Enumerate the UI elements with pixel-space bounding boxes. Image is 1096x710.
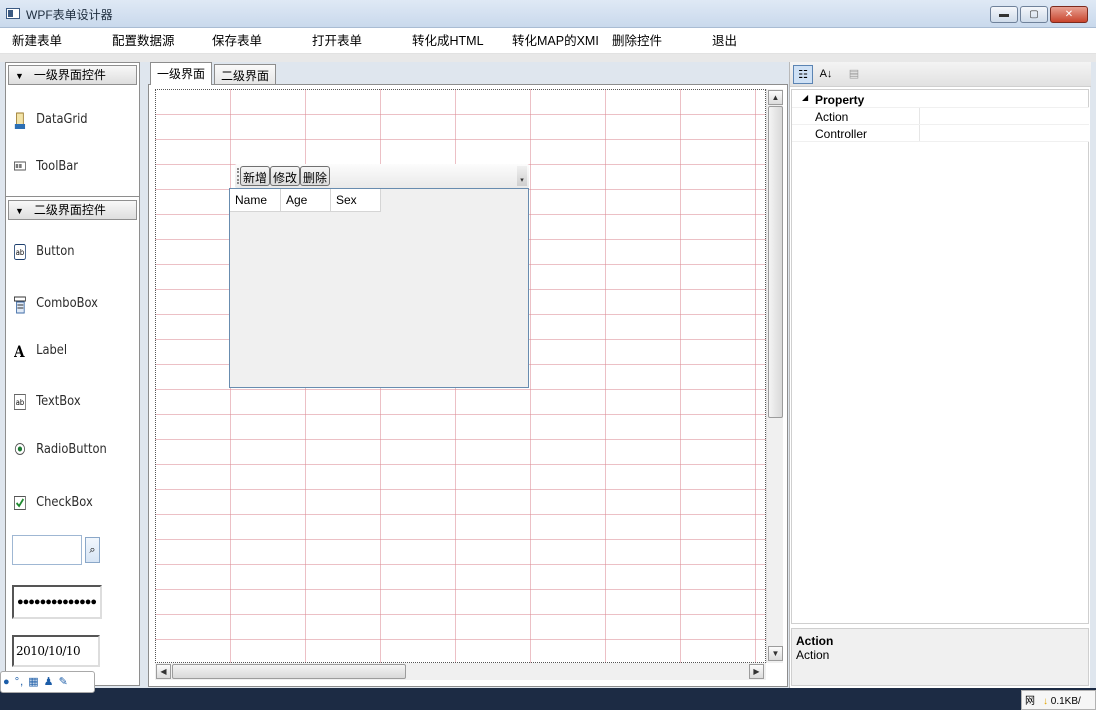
menu-separator (0, 54, 1096, 62)
canvas-toolbar[interactable]: 新增 修改 删除 ▾ (235, 164, 529, 188)
scroll-up-icon[interactable]: ▲ (768, 90, 783, 105)
tool-toolbar[interactable]: ToolBar (14, 158, 78, 174)
button-icon: ab (14, 244, 26, 260)
edit-button[interactable]: 修改 (270, 166, 301, 186)
expand-triangle-icon: ◢ (802, 93, 809, 102)
toolbox-divider (6, 196, 139, 197)
toolbox-group-primary[interactable]: ▼ 一级界面控件 (8, 65, 137, 85)
minimize-button[interactable]: ▬ (990, 6, 1018, 23)
checkbox-icon (14, 495, 26, 510)
tool-label: CheckBox (36, 494, 93, 510)
scroll-right-icon[interactable]: ▶ (749, 664, 764, 679)
group-label: 一级界面控件 (33, 68, 106, 82)
download-arrow-icon: ↓ (1043, 696, 1048, 707)
network-label: 网 (1025, 696, 1035, 707)
overflow-icon[interactable]: ▾ (517, 166, 527, 186)
vertical-scroll-thumb[interactable] (768, 106, 783, 418)
property-panel: ☷ A↓ ▤ ◢ Property Action Controller Acti… (789, 62, 1091, 688)
property-category[interactable]: ◢ Property (792, 91, 1089, 108)
tool-label: Button (36, 243, 75, 259)
textbox-icon: ab (14, 394, 26, 410)
tab-secondary-screen[interactable]: 二级界面 (214, 64, 277, 84)
tool-label-text: Label (36, 342, 68, 358)
toolbox-group-secondary[interactable]: ▼ 二级界面控件 (8, 200, 137, 220)
tool-button[interactable]: ab Button (14, 243, 75, 260)
menu-config-datasource[interactable]: 配置数据源 (112, 30, 175, 49)
property-value-input[interactable] (919, 108, 1089, 124)
tool-label: TextBox (36, 393, 81, 409)
toolbox-panel: ▼ 一级界面控件 DataGrid ToolBar ▼ 二级界面控件 ab Butt… (5, 62, 140, 686)
toolbar-icon (14, 159, 26, 173)
ime-toolbar[interactable]: ● °, ▦ ♟ ✎ (0, 671, 95, 693)
column-header-sex[interactable]: Sex (331, 189, 381, 212)
tab-primary-screen[interactable]: 一级界面 (150, 62, 213, 85)
column-header-name[interactable]: Name (230, 189, 281, 212)
tool-label: ToolBar (36, 158, 79, 174)
menu-delete-control[interactable]: 删除控件 (612, 30, 662, 49)
group-label: 二级界面控件 (33, 203, 106, 217)
add-button[interactable]: 新增 (240, 166, 271, 186)
property-row-controller[interactable]: Controller (792, 125, 1089, 142)
tool-combobox[interactable]: ComboBox (14, 295, 98, 314)
horizontal-scroll-thumb[interactable] (172, 664, 406, 679)
scroll-left-icon[interactable]: ◀ (156, 664, 171, 679)
canvas-datagrid[interactable]: Name Age Sex (229, 188, 529, 388)
category-label: Property (815, 93, 865, 107)
window-title: WPF表单设计器 (26, 8, 113, 22)
network-speed-widget: 网 ↓ 0.1KB/ (1021, 690, 1096, 710)
close-button[interactable]: ✕ (1050, 6, 1088, 23)
password-box-sample[interactable]: ●●●●●●●●●●●●●● (12, 585, 102, 619)
horizontal-scrollbar[interactable]: ◀ ▶ (155, 663, 766, 680)
radiobutton-icon (14, 442, 26, 456)
delete-button[interactable]: 删除 (300, 166, 331, 186)
label-icon: A (13, 343, 26, 361)
vertical-scrollbar[interactable]: ▲ ▼ (766, 89, 783, 663)
datagrid-icon (14, 112, 26, 129)
menu-bar: 新建表单 配置数据源 保存表单 打开表单 转化成HTML 转化MAP的XMI 删… (0, 28, 1096, 54)
maximize-button[interactable]: ▢ (1020, 6, 1048, 23)
svg-text:ab: ab (16, 397, 25, 407)
tool-label: RadioButton (36, 441, 107, 457)
search-icon[interactable]: ⌕ (85, 537, 100, 563)
tool-textbox[interactable]: ab TextBox (14, 393, 81, 410)
property-pages-icon[interactable]: ▤ (844, 65, 864, 84)
menu-convert-xmi[interactable]: 转化MAP的XMI (512, 30, 599, 49)
collapse-arrow-icon: ▼ (15, 71, 24, 81)
combobox-icon (14, 296, 26, 314)
tool-label: ComboBox (36, 295, 98, 311)
property-toolbar: ☷ A↓ ▤ (790, 62, 1091, 87)
tool-radiobutton[interactable]: RadioButton (14, 441, 107, 457)
tool-datagrid[interactable]: DataGrid (14, 111, 88, 129)
taskbar (0, 688, 1096, 710)
description-text: Action (796, 648, 830, 662)
description-title: Action (796, 634, 834, 648)
svg-text:A: A (14, 343, 25, 359)
property-value-input[interactable] (919, 125, 1089, 141)
menu-convert-html[interactable]: 转化成HTML (412, 30, 484, 49)
collapse-arrow-icon: ▼ (15, 206, 24, 216)
search-textbox-sample[interactable] (12, 535, 82, 565)
tool-label: DataGrid (36, 111, 88, 127)
network-rate: 0.1KB/ (1050, 696, 1081, 707)
menu-new-form[interactable]: 新建表单 (12, 30, 62, 49)
svg-text:ab: ab (16, 247, 25, 257)
categorized-icon[interactable]: ☷ (793, 65, 813, 84)
title-bar: WPF表单设计器 ▬ ▢ ✕ (0, 0, 1096, 28)
property-grid: ◢ Property Action Controller (791, 89, 1089, 624)
property-row-action[interactable]: Action (792, 108, 1089, 125)
property-name: Controller (815, 127, 868, 141)
column-header-age[interactable]: Age (281, 189, 331, 212)
menu-exit[interactable]: 退出 (712, 30, 737, 49)
property-description: Action Action (791, 628, 1089, 686)
menu-open-form[interactable]: 打开表单 (312, 30, 362, 49)
scroll-down-icon[interactable]: ▼ (768, 646, 783, 661)
menu-save-form[interactable]: 保存表单 (212, 30, 262, 49)
tool-label[interactable]: A Label (13, 342, 68, 361)
property-name: Action (815, 110, 849, 124)
sort-alphabetical-icon[interactable]: A↓ (816, 65, 836, 84)
date-picker-sample[interactable]: 2010/10/10 (12, 635, 100, 667)
tool-checkbox[interactable]: CheckBox (14, 494, 93, 510)
app-icon (6, 8, 20, 19)
